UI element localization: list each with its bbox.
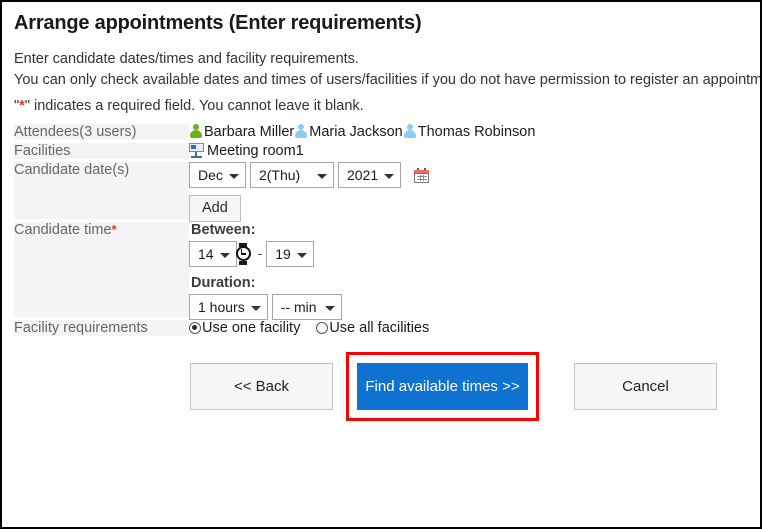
requirements-form: Attendees(3 users) Barbara Miller Maria J… (14, 124, 760, 339)
facility-icon (189, 143, 205, 158)
duration-minutes-value: -- min (280, 299, 317, 315)
radio-label[interactable]: Use one facility (202, 320, 300, 336)
attendee-item[interactable]: Thomas Robinson (403, 124, 536, 140)
label-candidate-dates: Candidate date(s) (14, 162, 189, 222)
radio-use-all-facilities[interactable]: Use all facilities (316, 320, 429, 336)
year-select-value: 2021 (346, 167, 379, 183)
year-select[interactable]: 2021 (337, 162, 402, 188)
attendee-name[interactable]: Thomas Robinson (418, 124, 536, 140)
label-facility-requirements: Facility requirements (14, 320, 189, 339)
table-row-candidate-dates: Candidate date(s) Dec 2(Thu) 2021 Add (14, 162, 760, 222)
page-title: Arrange appointments (Enter requirements… (14, 12, 422, 34)
description-line-1: Enter candidate dates/times and facility… (14, 51, 359, 67)
radio-button-icon[interactable] (189, 322, 201, 334)
between-controls: 14 -19 (189, 241, 760, 267)
day-select[interactable]: 2(Thu) (249, 162, 334, 188)
month-select-value: Dec (198, 167, 223, 183)
calendar-icon[interactable] (414, 167, 430, 183)
value-candidate-dates: Dec 2(Thu) 2021 Add (189, 162, 760, 222)
label-attendees: Attendees(3 users) (14, 124, 189, 143)
chevron-down-icon (228, 174, 239, 179)
radio-button-icon[interactable] (316, 322, 329, 334)
start-hour-value: 14 (198, 246, 214, 262)
attendee-name[interactable]: Maria Jackson (309, 124, 402, 140)
chevron-down-icon (324, 306, 335, 311)
label-facilities: Facilities (14, 143, 189, 162)
month-select[interactable]: Dec (189, 162, 246, 188)
action-bar: << Back Find available times >> Cancel (14, 352, 760, 421)
user-icon (189, 124, 203, 139)
watch-cursor-icon (234, 243, 253, 265)
chevron-down-icon (296, 253, 307, 258)
radio-label[interactable]: Use all facilities (329, 320, 429, 336)
cancel-button[interactable]: Cancel (574, 363, 717, 410)
table-row-facility-requirements: Facility requirements Use one facility Us… (14, 320, 760, 339)
radio-use-one-facility[interactable]: Use one facility (189, 320, 300, 336)
table-row-facilities: Facilities Meeting room1 (14, 143, 760, 162)
duration-hours-value: 1 hours (198, 299, 245, 315)
time-range-separator: - (257, 244, 263, 261)
back-button[interactable]: << Back (190, 363, 333, 410)
start-hour-select[interactable]: 14 (189, 241, 237, 267)
chevron-down-icon (316, 174, 327, 179)
chevron-down-icon (250, 306, 261, 311)
value-candidate-time: Between: 14 -19 Duration: 1 hours -- min (189, 222, 760, 320)
duration-heading: Duration: (191, 275, 256, 291)
facility-name[interactable]: Meeting room1 (207, 143, 304, 159)
description-line-2: You can only check available dates and t… (14, 72, 762, 88)
value-facilities: Meeting room1 (189, 143, 760, 162)
user-icon (294, 124, 308, 139)
appointment-requirements-page: Arrange appointments (Enter requirements… (0, 0, 762, 529)
value-attendees: Barbara Miller Maria Jackson Thomas Robins… (189, 124, 760, 143)
candidate-time-label-text: Candidate time (14, 222, 112, 238)
table-row-attendees: Attendees(3 users) Barbara Miller Maria J… (14, 124, 760, 143)
required-note-text: " indicates a required field. You cannot… (24, 98, 364, 114)
user-icon (403, 124, 417, 139)
required-asterisk: * (111, 222, 117, 237)
day-select-value: 2(Thu) (258, 167, 301, 183)
required-field-note: "*" indicates a required field. You cann… (14, 98, 760, 114)
facility-item[interactable]: Meeting room1 (189, 143, 304, 159)
end-hour-value: 19 (275, 246, 291, 262)
attendee-item[interactable]: Maria Jackson (294, 124, 403, 140)
add-date-button[interactable]: Add (189, 195, 241, 222)
label-candidate-time: Candidate time* (14, 222, 189, 320)
attendee-name[interactable]: Barbara Miller (204, 124, 294, 140)
between-heading: Between: (191, 222, 256, 238)
find-available-times-button[interactable]: Find available times >> (357, 363, 528, 410)
end-hour-select[interactable]: 19 (266, 241, 314, 267)
duration-hours-select[interactable]: 1 hours (189, 294, 268, 320)
value-facility-requirements: Use one facility Use all facilities (189, 320, 760, 339)
duration-controls: 1 hours -- min (189, 294, 760, 320)
chevron-down-icon (384, 174, 395, 179)
attendee-item[interactable]: Barbara Miller (189, 124, 294, 140)
duration-minutes-select[interactable]: -- min (271, 294, 342, 320)
chevron-down-icon (219, 253, 230, 258)
table-row-candidate-time: Candidate time* Between: 14 -19 Duration:… (14, 222, 760, 320)
